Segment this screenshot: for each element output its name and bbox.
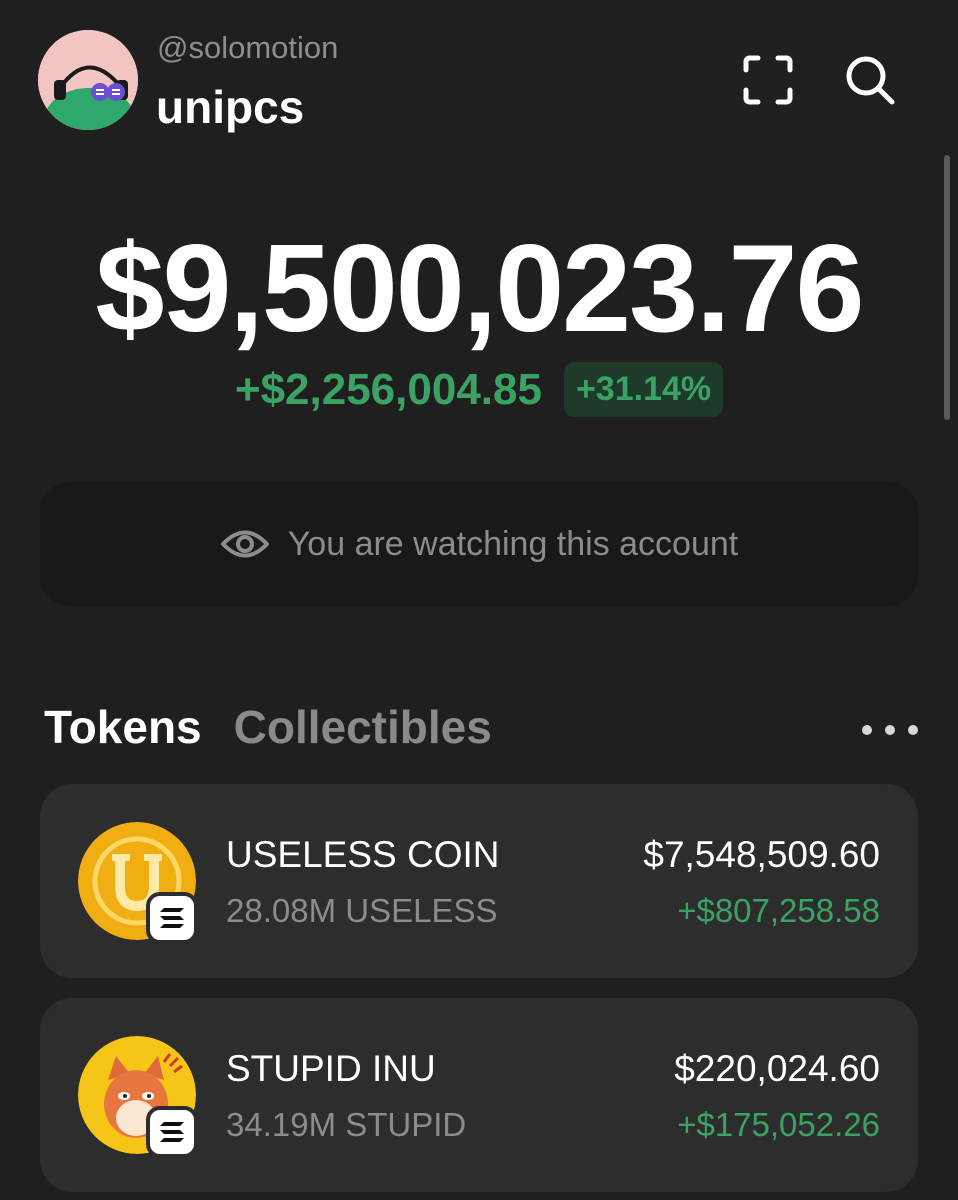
watching-text: You are watching this account <box>287 524 739 563</box>
solana-badge-icon <box>146 1106 198 1158</box>
scan-icon <box>743 55 793 105</box>
more-dot-icon <box>862 725 872 735</box>
token-change: +$807,258.58 <box>677 892 880 929</box>
more-dot-icon <box>885 725 895 735</box>
eye-icon <box>220 530 269 558</box>
token-name: USELESS COIN <box>226 834 500 875</box>
change-percent-badge: +31.14% <box>563 362 724 417</box>
avatar-illustration <box>38 30 138 130</box>
avatar[interactable] <box>38 30 138 130</box>
token-row-stupid-inu[interactable]: STUPID INU 34.19M STUPID $220,024.60 +$1… <box>40 998 918 1192</box>
token-name: STUPID INU <box>226 1048 436 1089</box>
token-amount: 28.08M USELESS <box>226 892 498 929</box>
token-value: $220,024.60 <box>674 1048 880 1089</box>
tab-collectibles[interactable]: Collectibles <box>234 700 492 754</box>
token-amount: 34.19M STUPID <box>226 1106 467 1143</box>
token-row-useless-coin[interactable]: USELESS COIN 28.08M USELESS $7,548,509.6… <box>40 784 918 978</box>
account-username[interactable]: unipcs <box>156 80 304 134</box>
portfolio-change: +$2,256,004.85 +31.14% <box>0 362 958 417</box>
change-amount: +$2,256,004.85 <box>234 364 542 414</box>
solana-icon <box>160 908 184 928</box>
more-dot-icon <box>908 725 918 735</box>
asset-tabs: Tokens Collectibles <box>44 700 492 754</box>
watching-banner: You are watching this account <box>40 482 918 606</box>
account-handle: @solomotion <box>157 30 339 65</box>
solana-icon <box>160 1122 184 1142</box>
search-icon <box>846 56 895 105</box>
more-options-button[interactable] <box>862 718 918 742</box>
portfolio-balance: $9,500,023.76 <box>95 220 865 358</box>
useless-coin-logo <box>78 822 198 944</box>
header: @solomotion unipcs <box>0 0 958 150</box>
search-button[interactable] <box>842 52 898 108</box>
token-change: +$175,052.26 <box>677 1106 880 1143</box>
solana-badge-icon <box>146 892 198 944</box>
scan-button[interactable] <box>740 52 796 108</box>
token-value: $7,548,509.60 <box>643 834 880 875</box>
tab-tokens[interactable]: Tokens <box>44 700 202 754</box>
stupid-inu-logo <box>78 1036 198 1158</box>
